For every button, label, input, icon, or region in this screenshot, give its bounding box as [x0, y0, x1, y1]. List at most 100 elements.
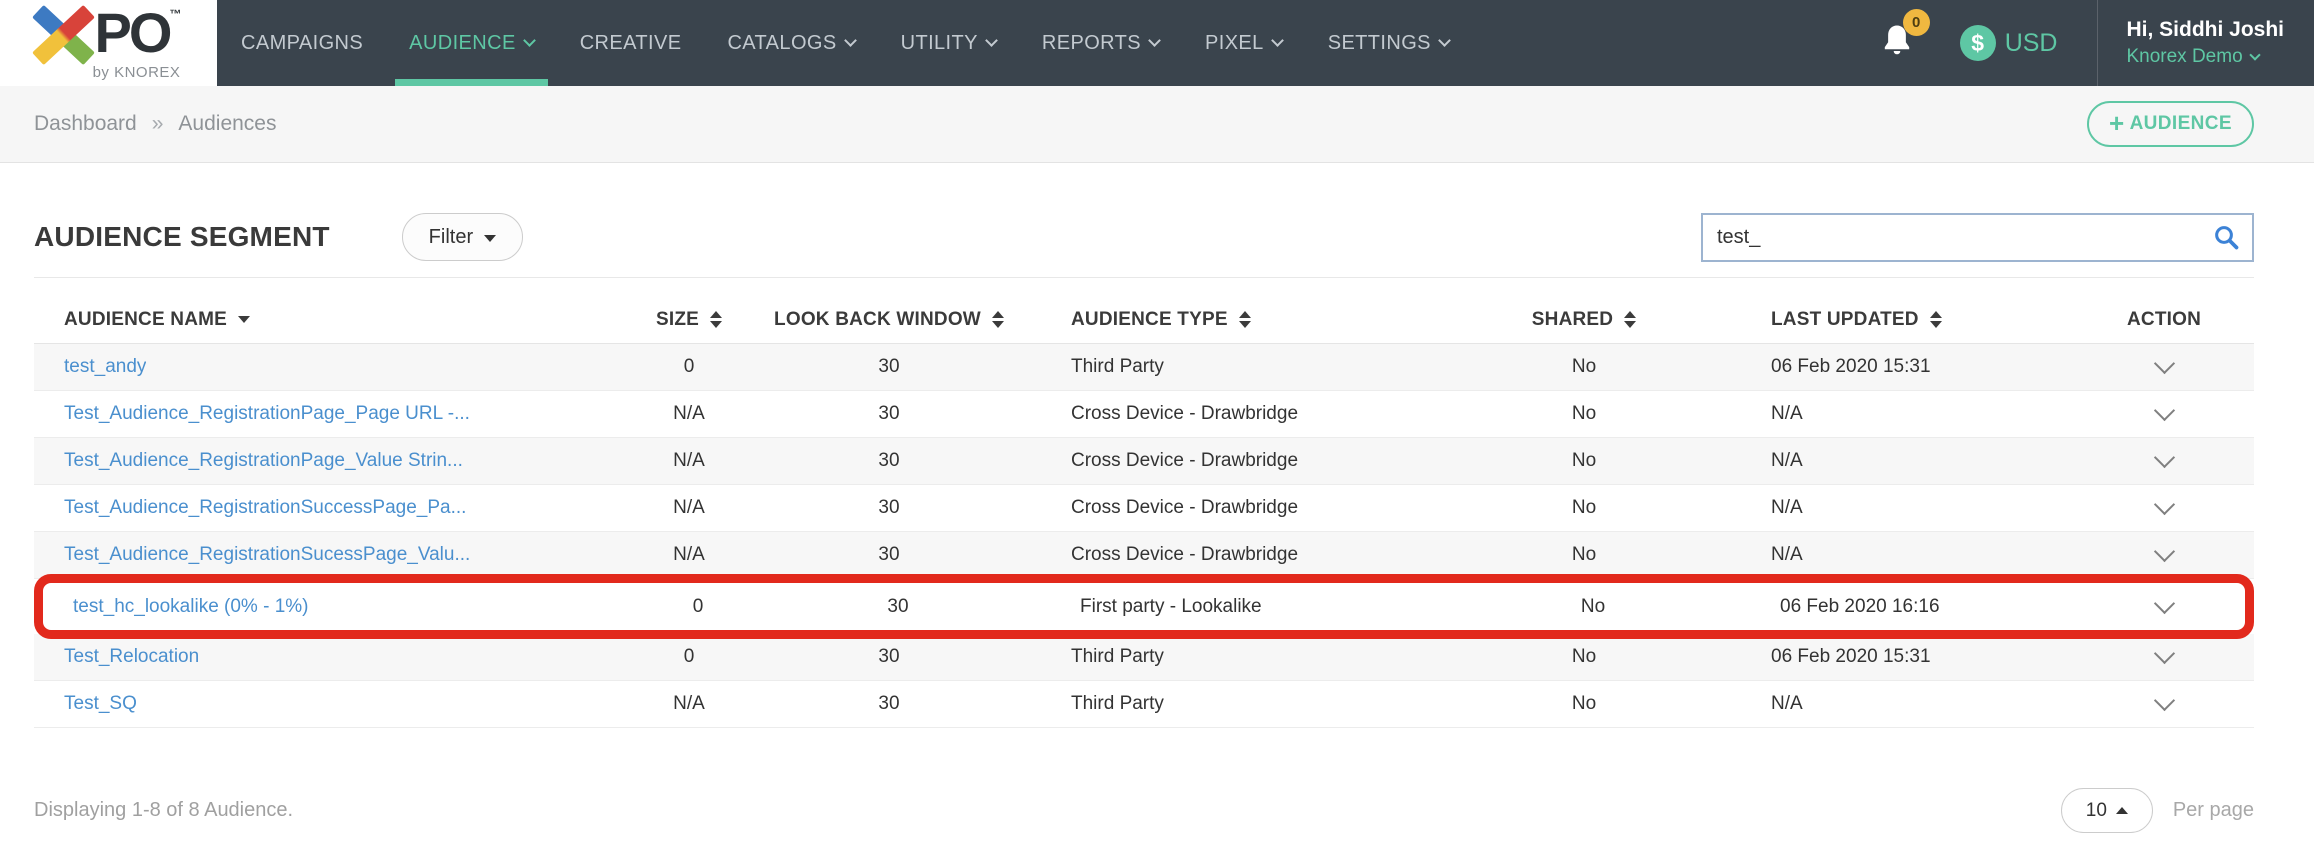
nav-item-pixel[interactable]: PIXEL [1205, 0, 1282, 86]
breadcrumb-item-dashboard[interactable]: Dashboard [34, 112, 137, 136]
chevron-down-icon [2153, 690, 2174, 711]
cell-audience-type: Third Party [1034, 356, 1474, 378]
cell-size: N/A [634, 403, 744, 425]
row-action-button[interactable] [2149, 645, 2180, 669]
chevron-down-icon [1438, 34, 1451, 47]
sort-icon [1624, 311, 1636, 328]
cell-look-back-window-value: 30 [878, 544, 899, 566]
nav-items: CAMPAIGNS AUDIENCE CREATIVE CATALOGS UTILITY… [217, 0, 1878, 86]
chevron-down-icon [523, 34, 536, 47]
nav-item-reports[interactable]: REPORTS [1042, 0, 1159, 86]
nav-item-creative[interactable]: CREATIVE [580, 0, 682, 86]
nav-item-catalogs[interactable]: CATALOGS [727, 0, 854, 86]
logo-row: PO ™ [36, 5, 182, 63]
column-header-size[interactable]: SIZE [634, 309, 744, 331]
audience-name-link[interactable]: Test_Audience_RegistrationPage_Page URL … [64, 403, 470, 425]
row-action-button[interactable] [2149, 595, 2180, 619]
cell-shared-value: No [1572, 450, 1596, 472]
nav-item-audience[interactable]: AUDIENCE [409, 0, 534, 86]
column-header-type[interactable]: AUDIENCE TYPE [1034, 309, 1474, 331]
table-footer: Displaying 1-8 of 8 Audience. 10 Per pag… [34, 788, 2254, 833]
nav-item-settings[interactable]: SETTINGS [1328, 0, 1449, 86]
cell-look-back-window: 30 [744, 403, 1034, 425]
row-action-button[interactable] [2149, 402, 2180, 426]
currency-selector[interactable]: $ USD [1960, 25, 2058, 61]
row-action-button[interactable] [2149, 449, 2180, 473]
chevron-down-icon [1148, 34, 1161, 47]
column-header-shared[interactable]: SHARED [1474, 309, 1694, 331]
cell-size-value: N/A [673, 403, 705, 425]
cell-last-updated: N/A [1694, 403, 2074, 425]
cell-audience-name: Test_Audience_RegistrationPage_Value Str… [34, 450, 634, 472]
account-name: Knorex Demo [2126, 46, 2284, 68]
row-action-button[interactable] [2149, 692, 2180, 716]
cell-size-value: N/A [673, 450, 705, 472]
cell-action [2074, 645, 2254, 669]
nav-item-campaigns[interactable]: CAMPAIGNS [241, 0, 363, 86]
notifications-button[interactable]: 0 [1878, 21, 1916, 66]
audience-name-link[interactable]: Test_SQ [64, 693, 137, 715]
nav-item-label: AUDIENCE [409, 32, 516, 55]
audience-name-link[interactable]: Test_Audience_RegistrationSuccessPage_Pa… [64, 497, 466, 519]
brand-logo[interactable]: PO ™ by KNOREX [0, 0, 217, 86]
results-summary: Displaying 1-8 of 8 Audience. [34, 799, 293, 822]
cell-audience-type: Cross Device - Drawbridge [1034, 450, 1474, 472]
column-header-updated[interactable]: LAST UPDATED [1694, 309, 2074, 331]
plus-icon: + [2109, 113, 2125, 133]
search-input[interactable] [1717, 226, 2212, 249]
per-page-label: Per page [2173, 799, 2254, 822]
cell-look-back-window-value: 30 [878, 646, 899, 668]
cell-last-updated-value: 06 Feb 2020 16:16 [1780, 596, 1940, 618]
cell-audience-type: First party - Lookalike [1043, 596, 1483, 618]
row-action-button[interactable] [2149, 496, 2180, 520]
chevron-down-icon [2153, 541, 2174, 562]
cell-look-back-window: 30 [753, 596, 1043, 618]
cell-audience-type: Cross Device - Drawbridge [1034, 497, 1474, 519]
section-divider [34, 277, 2254, 278]
column-header-name[interactable]: AUDIENCE NAME [34, 309, 634, 331]
audience-name-link[interactable]: Test_Audience_RegistrationSucessPage_Val… [64, 544, 470, 566]
logo-text: PO [95, 5, 170, 61]
table-row: test_hc_lookalike (0% - 1%)030First part… [34, 574, 2254, 639]
audience-table: AUDIENCE NAME SIZELOOK BACK WINDOWAUDIENC… [34, 296, 2254, 728]
cell-last-updated: 06 Feb 2020 15:31 [1694, 646, 2074, 668]
sort-down-icon [1624, 321, 1636, 328]
cell-size-value: N/A [673, 497, 705, 519]
cell-last-updated: N/A [1694, 450, 2074, 472]
cell-look-back-window: 30 [744, 450, 1034, 472]
row-action-button[interactable] [2149, 355, 2180, 379]
cell-look-back-window-value: 30 [887, 596, 908, 618]
row-action-button[interactable] [2149, 543, 2180, 567]
column-label: ACTION [2127, 309, 2201, 331]
sort-up-icon [710, 311, 722, 318]
cell-shared: No [1474, 403, 1694, 425]
add-audience-button[interactable]: + AUDIENCE [2087, 101, 2254, 147]
search-button[interactable] [2212, 223, 2240, 251]
table-row: Test_Audience_RegistrationPage_Value Str… [34, 438, 2254, 485]
cell-last-updated-value: 06 Feb 2020 15:31 [1771, 356, 1931, 378]
cell-size: 0 [634, 356, 744, 378]
filter-button[interactable]: Filter [402, 213, 523, 261]
audience-name-link[interactable]: test_andy [64, 356, 146, 378]
cell-action [2074, 449, 2254, 473]
breadcrumb-item-audiences[interactable]: Audiences [178, 112, 276, 136]
column-header-lbw[interactable]: LOOK BACK WINDOW [744, 309, 1034, 331]
sort-icon [1239, 311, 1251, 328]
cell-audience-type-value: Third Party [1071, 646, 1164, 668]
table-row: Test_Audience_RegistrationSuccessPage_Pa… [34, 485, 2254, 532]
cell-size: N/A [634, 693, 744, 715]
audience-name-link[interactable]: Test_Audience_RegistrationPage_Value Str… [64, 450, 463, 472]
cell-action [2074, 402, 2254, 426]
cell-shared-value: No [1572, 544, 1596, 566]
page-title: AUDIENCE SEGMENT [34, 221, 330, 253]
notification-badge: 0 [1903, 9, 1930, 36]
chevron-down-icon [2153, 400, 2174, 421]
audience-name-link[interactable]: test_hc_lookalike (0% - 1%) [73, 596, 309, 618]
audience-name-link[interactable]: Test_Relocation [64, 646, 199, 668]
cell-action [2083, 595, 2245, 619]
user-menu[interactable]: Hi, Siddhi Joshi Knorex Demo [2097, 0, 2314, 86]
column-label: AUDIENCE NAME [64, 309, 227, 331]
per-page-selector[interactable]: 10 [2061, 788, 2153, 833]
chevron-down-icon [844, 34, 857, 47]
nav-item-utility[interactable]: UTILITY [901, 0, 996, 86]
